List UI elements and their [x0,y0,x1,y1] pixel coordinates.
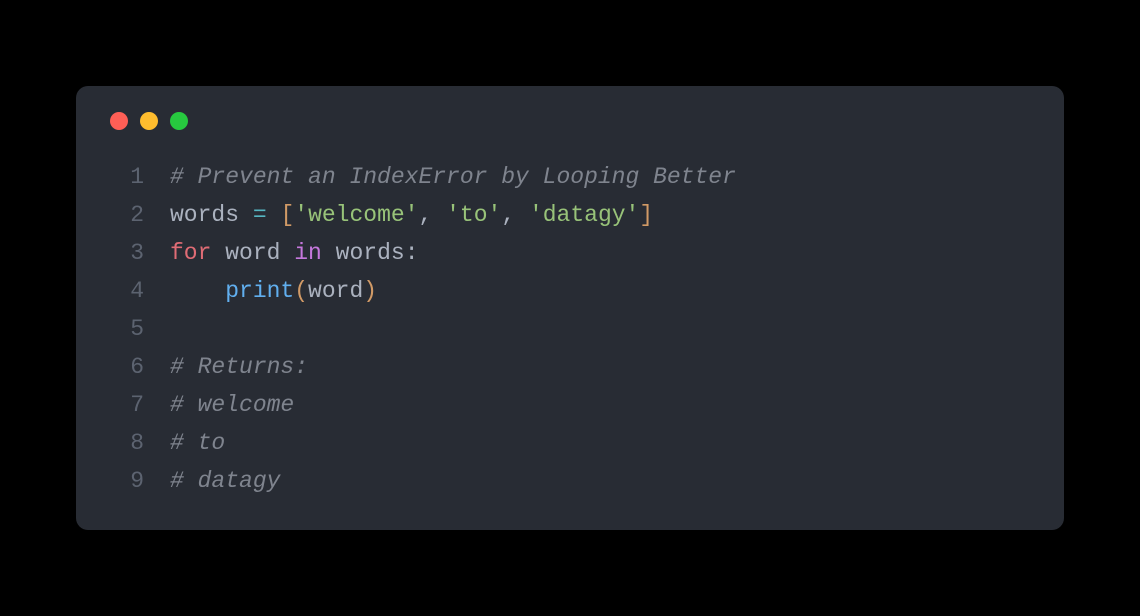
close-icon[interactable] [110,112,128,130]
code-line: 4 print(word) [106,272,1034,310]
line-number: 6 [106,348,144,386]
code-token: word [211,240,294,266]
code-line: 8 # to [106,424,1034,462]
line-number: 3 [106,234,144,272]
code-token: 'to' [446,202,501,228]
line-number: 9 [106,462,144,500]
line-number: 8 [106,424,144,462]
code-content: # welcome [170,386,294,424]
code-token: # Returns: [170,354,308,380]
code-content: print(word) [170,272,377,310]
code-token: ( [294,278,308,304]
code-token: : [405,240,419,266]
code-token: print [225,278,294,304]
code-line: 6 # Returns: [106,348,1034,386]
code-token: word [308,278,363,304]
line-number: 4 [106,272,144,310]
code-content: # to [170,424,225,462]
window-titlebar [106,112,1034,130]
code-token: # datagy [170,468,280,494]
maximize-icon[interactable] [170,112,188,130]
code-token: , [501,202,529,228]
code-content: # datagy [170,462,280,500]
code-token: ) [363,278,377,304]
code-line: 9 # datagy [106,462,1034,500]
code-token: # to [170,430,225,456]
code-area: 1 # Prevent an IndexError by Looping Bett… [106,158,1034,500]
line-number: 2 [106,196,144,234]
code-content: # Prevent an IndexError by Looping Bette… [170,158,736,196]
code-token: 'welcome' [294,202,418,228]
code-token: , [419,202,447,228]
minimize-icon[interactable] [140,112,158,130]
code-token: for [170,240,211,266]
code-token: words [170,202,253,228]
code-token: # Prevent an IndexError by Looping Bette… [170,164,736,190]
code-token: 'datagy' [529,202,639,228]
code-line: 1 # Prevent an IndexError by Looping Bett… [106,158,1034,196]
line-number: 5 [106,310,144,348]
code-content: for word in words: [170,234,419,272]
code-line: 2 words = ['welcome', 'to', 'datagy'] [106,196,1034,234]
code-content: words = ['welcome', 'to', 'datagy'] [170,196,653,234]
code-token: in [294,240,322,266]
code-token [170,278,225,304]
line-number: 1 [106,158,144,196]
code-token: = [253,202,267,228]
code-token: [ [280,202,294,228]
code-token: # welcome [170,392,294,418]
code-token [267,202,281,228]
line-number: 7 [106,386,144,424]
code-line: 5 [106,310,1034,348]
code-line: 3 for word in words: [106,234,1034,272]
code-token: words [322,240,405,266]
code-content: # Returns: [170,348,308,386]
code-token: ] [639,202,653,228]
code-window: 1 # Prevent an IndexError by Looping Bett… [76,86,1064,530]
code-line: 7 # welcome [106,386,1034,424]
